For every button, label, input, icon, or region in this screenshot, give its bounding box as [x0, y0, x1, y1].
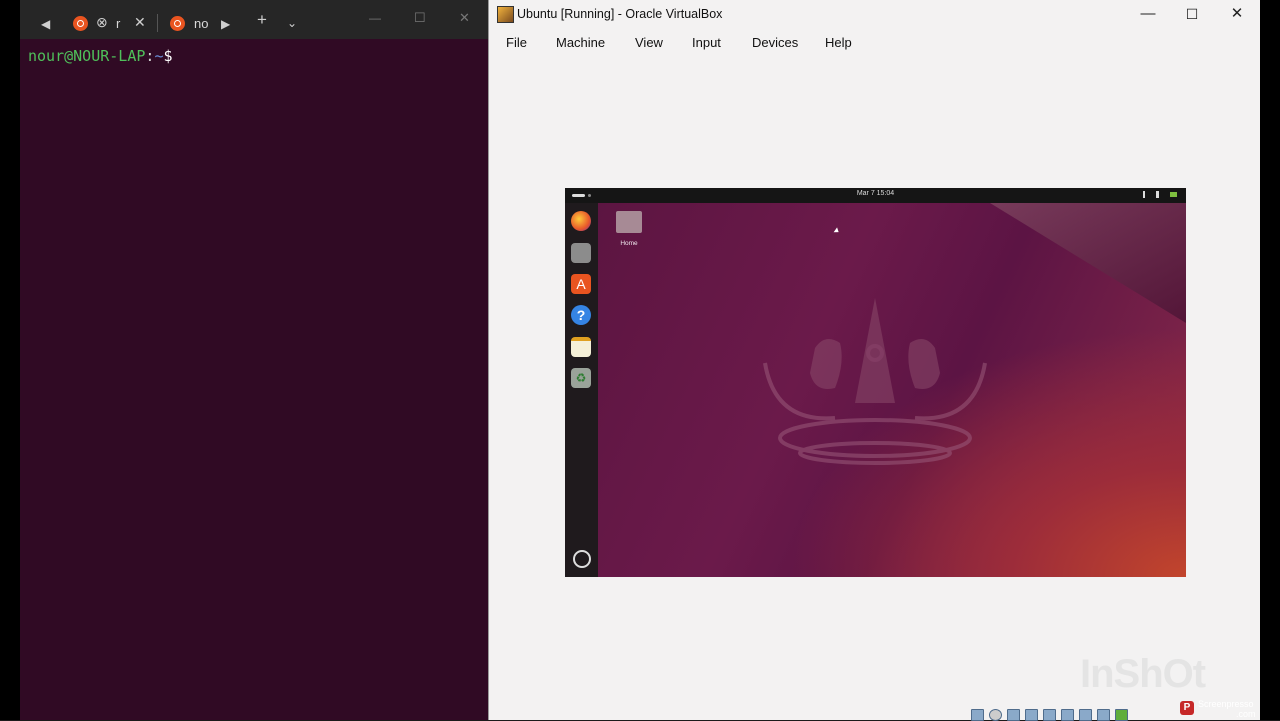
- vm-clock[interactable]: Mar 7 15:04: [565, 190, 1186, 197]
- minimize-icon[interactable]: —: [1132, 4, 1164, 24]
- terminal-prompt[interactable]: nour@NOUR-LAP:~$: [28, 47, 173, 65]
- vbox-titlebar: Ubuntu [Running] - Oracle VirtualBox — ☐…: [489, 0, 1261, 28]
- trash-icon[interactable]: ♻: [571, 368, 591, 388]
- prompt-user: nour@NOUR-LAP: [28, 47, 146, 65]
- vm-top-panel: Mar 7 15:04: [565, 188, 1186, 203]
- volume-icon[interactable]: [1156, 191, 1166, 198]
- menu-input[interactable]: Input: [692, 35, 721, 50]
- menu-file[interactable]: File: [506, 35, 527, 50]
- ubuntu-tab-icon: [170, 16, 185, 31]
- close-icon[interactable]: ✕: [459, 11, 470, 24]
- tab-scroll-left-icon[interactable]: ◀: [41, 18, 50, 30]
- battery-icon[interactable]: [1170, 192, 1177, 197]
- cpu-icon[interactable]: [1115, 709, 1128, 721]
- files-icon[interactable]: [571, 243, 591, 263]
- usb-icon[interactable]: [1043, 709, 1056, 721]
- virtualbox-window[interactable]: Ubuntu [Running] - Oracle VirtualBox — ☐…: [488, 0, 1261, 721]
- network-icon[interactable]: [1143, 191, 1152, 198]
- screenpresso-watermark: P Screenpresso .com: [1180, 698, 1260, 720]
- optical-drive-icon[interactable]: [989, 709, 1002, 721]
- terminal-titlebar: ◀ ⊗ r ✕ no ▶ + ⌄ — ☐ ✕: [20, 0, 488, 39]
- virtualbox-app-icon: [497, 6, 514, 23]
- close-icon[interactable]: ✕: [1221, 4, 1253, 24]
- tab-1-label[interactable]: r: [116, 16, 120, 31]
- minimize-icon[interactable]: —: [369, 12, 381, 24]
- tab-divider: [157, 14, 158, 32]
- firefox-icon[interactable]: [571, 211, 591, 231]
- screenpresso-domain: .com: [1236, 709, 1256, 719]
- right-border: [1260, 0, 1280, 720]
- network-adapter-icon[interactable]: [1025, 709, 1038, 721]
- wallpaper-crown-mascot: [763, 298, 987, 465]
- shared-folders-icon[interactable]: [1061, 709, 1074, 721]
- tab-2-label[interactable]: no: [194, 16, 208, 31]
- new-tab-icon[interactable]: +: [257, 11, 267, 28]
- app-center-icon[interactable]: A: [571, 274, 591, 294]
- menu-devices[interactable]: Devices: [752, 35, 798, 50]
- recording-icon[interactable]: [1097, 709, 1110, 721]
- screenpresso-logo-icon: P: [1180, 701, 1194, 715]
- text-editor-icon[interactable]: [571, 337, 591, 357]
- home-folder-label: Home: [620, 240, 638, 247]
- home-folder-icon[interactable]: [616, 211, 642, 233]
- vm-dock: A ? ♻: [565, 203, 598, 577]
- screenpresso-text: Screenpresso .com: [1198, 699, 1256, 719]
- audio-icon[interactable]: [1007, 709, 1020, 721]
- tab-scroll-right-icon[interactable]: ▶: [221, 18, 230, 30]
- maximize-icon[interactable]: ☐: [414, 11, 426, 24]
- prompt-symbol: $: [163, 47, 173, 65]
- close-tab-icon[interactable]: ✕: [134, 15, 146, 29]
- help-icon[interactable]: ?: [571, 305, 591, 325]
- screenpresso-brand: Screenpresso: [1198, 699, 1254, 709]
- tab-status-icon: ⊗: [96, 14, 108, 30]
- ubuntu-tab-icon: [73, 16, 88, 31]
- window-title: Ubuntu [Running] - Oracle VirtualBox: [517, 7, 723, 21]
- hard-disk-icon[interactable]: [971, 709, 984, 721]
- menu-machine[interactable]: Machine: [556, 35, 605, 50]
- left-border: [0, 0, 20, 720]
- terminal-window[interactable]: ◀ ⊗ r ✕ no ▶ + ⌄ — ☐ ✕ nour@NOUR-LAP:~$: [20, 0, 488, 720]
- maximize-icon[interactable]: ☐: [1176, 4, 1208, 24]
- menu-view[interactable]: View: [635, 35, 663, 50]
- tab-dropdown-icon[interactable]: ⌄: [287, 17, 297, 29]
- menu-help[interactable]: Help: [825, 35, 852, 50]
- vm-display[interactable]: Mar 7 15:04 A ? ♻ Home: [565, 188, 1186, 577]
- mouse-cursor-icon: [833, 227, 841, 235]
- inshot-watermark: InShOt: [1080, 652, 1206, 696]
- display-icon[interactable]: [1079, 709, 1092, 721]
- show-apps-icon[interactable]: [573, 550, 591, 568]
- menubar: File Machine View Input Devices Help: [489, 30, 1261, 56]
- wallpaper-fold: [990, 203, 1186, 323]
